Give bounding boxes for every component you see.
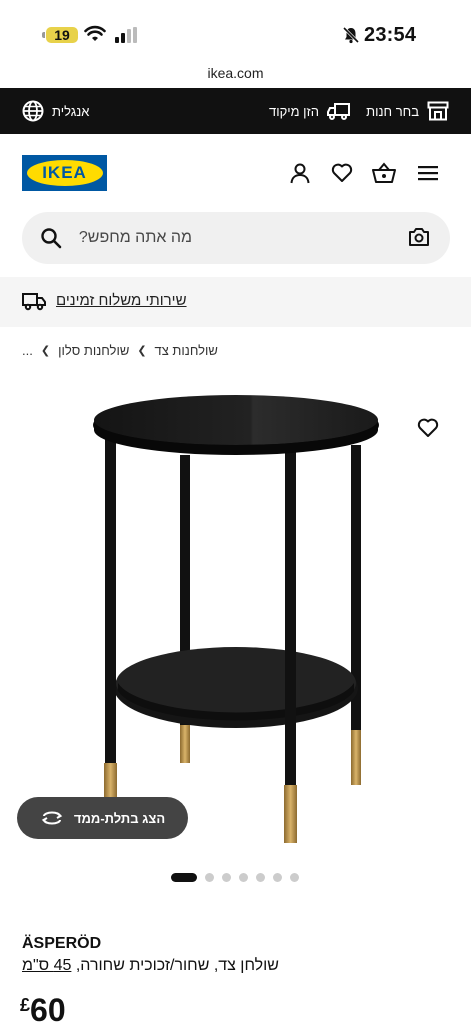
heart-icon[interactable] [329, 160, 355, 186]
breadcrumb-item-side-tables[interactable]: שולחנות צד [155, 343, 218, 358]
product-size-link[interactable]: 45 ס"מ [22, 957, 71, 974]
store-icon [427, 101, 449, 121]
signal-icon [115, 27, 137, 43]
ikea-logo-wordmark: IKEA [26, 160, 103, 186]
choose-store-link[interactable]: בחר חנות [366, 88, 449, 134]
delivery-banner[interactable]: שירותי משלוח זמינים [0, 277, 471, 327]
battery-indicator: 19 [42, 27, 78, 43]
clock: 23:54 [364, 24, 417, 46]
globe-icon [22, 100, 44, 122]
camera-icon[interactable] [408, 227, 430, 247]
truck-icon [22, 293, 46, 311]
language-link[interactable]: אנגלית [22, 88, 89, 134]
truck-icon [327, 103, 350, 120]
product-type: שולחן צד, שחור/זכוכית שחורה, [75, 957, 279, 974]
carousel-dot[interactable] [290, 873, 299, 882]
language-label: אנגלית [52, 103, 90, 119]
product-price: £ 60 [20, 990, 66, 1024]
breadcrumb-item-more[interactable]: ... [22, 343, 33, 358]
image-carousel-indicator[interactable] [171, 873, 299, 882]
basket-icon[interactable] [371, 160, 397, 186]
chevron-left-icon: ❮ [137, 344, 147, 357]
rotate-3d-icon [41, 811, 63, 825]
postal-code-label: הזן מיקוד [269, 103, 319, 119]
breadcrumb: ... ❮ שולחנות סלון ❮ שולחנות צד [22, 340, 218, 360]
carousel-dot[interactable] [205, 873, 214, 882]
url-bar[interactable]: ikea.com [0, 62, 471, 88]
status-bar: 19 23:54 [0, 0, 471, 62]
choose-store-label: בחר חנות [366, 103, 419, 119]
price-amount: 60 [30, 992, 66, 1024]
user-icon[interactable] [287, 160, 313, 186]
view-3d-button[interactable]: הצג בתלת-ממד [17, 797, 188, 839]
top-bar: בחר חנות הזן מיקוד אנגלית [0, 88, 471, 134]
search-bar[interactable]: מה אתה מחפש? [22, 212, 450, 264]
view-3d-label: הצג בתלת-ממד [73, 810, 166, 826]
carousel-dot[interactable] [222, 873, 231, 882]
menu-icon[interactable] [415, 160, 441, 186]
bell-off-icon [342, 26, 360, 44]
ikea-logo[interactable]: IKEA [22, 155, 107, 191]
search-icon[interactable] [40, 227, 62, 249]
postal-code-link[interactable]: הזן מיקוד [269, 88, 351, 134]
carousel-dot[interactable] [256, 873, 265, 882]
product-description: שולחן צד, שחור/זכוכית שחורה, 45 ס"מ [22, 957, 279, 975]
carousel-dot[interactable] [273, 873, 282, 882]
product-name: ÄSPERÖD [22, 935, 102, 952]
wishlist-heart-icon[interactable] [417, 418, 439, 438]
price-currency: £ [20, 995, 31, 1015]
product-image[interactable] [0, 375, 471, 865]
delivery-banner-text[interactable]: שירותי משלוח זמינים [56, 277, 187, 325]
breadcrumb-item-living-room-tables[interactable]: שולחנות סלון [58, 343, 129, 358]
search-input[interactable]: מה אתה מחפש? [79, 212, 192, 264]
battery-level: 19 [54, 27, 70, 43]
chevron-left-icon: ❮ [40, 344, 51, 357]
wifi-icon [84, 25, 106, 41]
carousel-dot[interactable] [239, 873, 248, 882]
carousel-dot-active[interactable] [171, 873, 197, 882]
